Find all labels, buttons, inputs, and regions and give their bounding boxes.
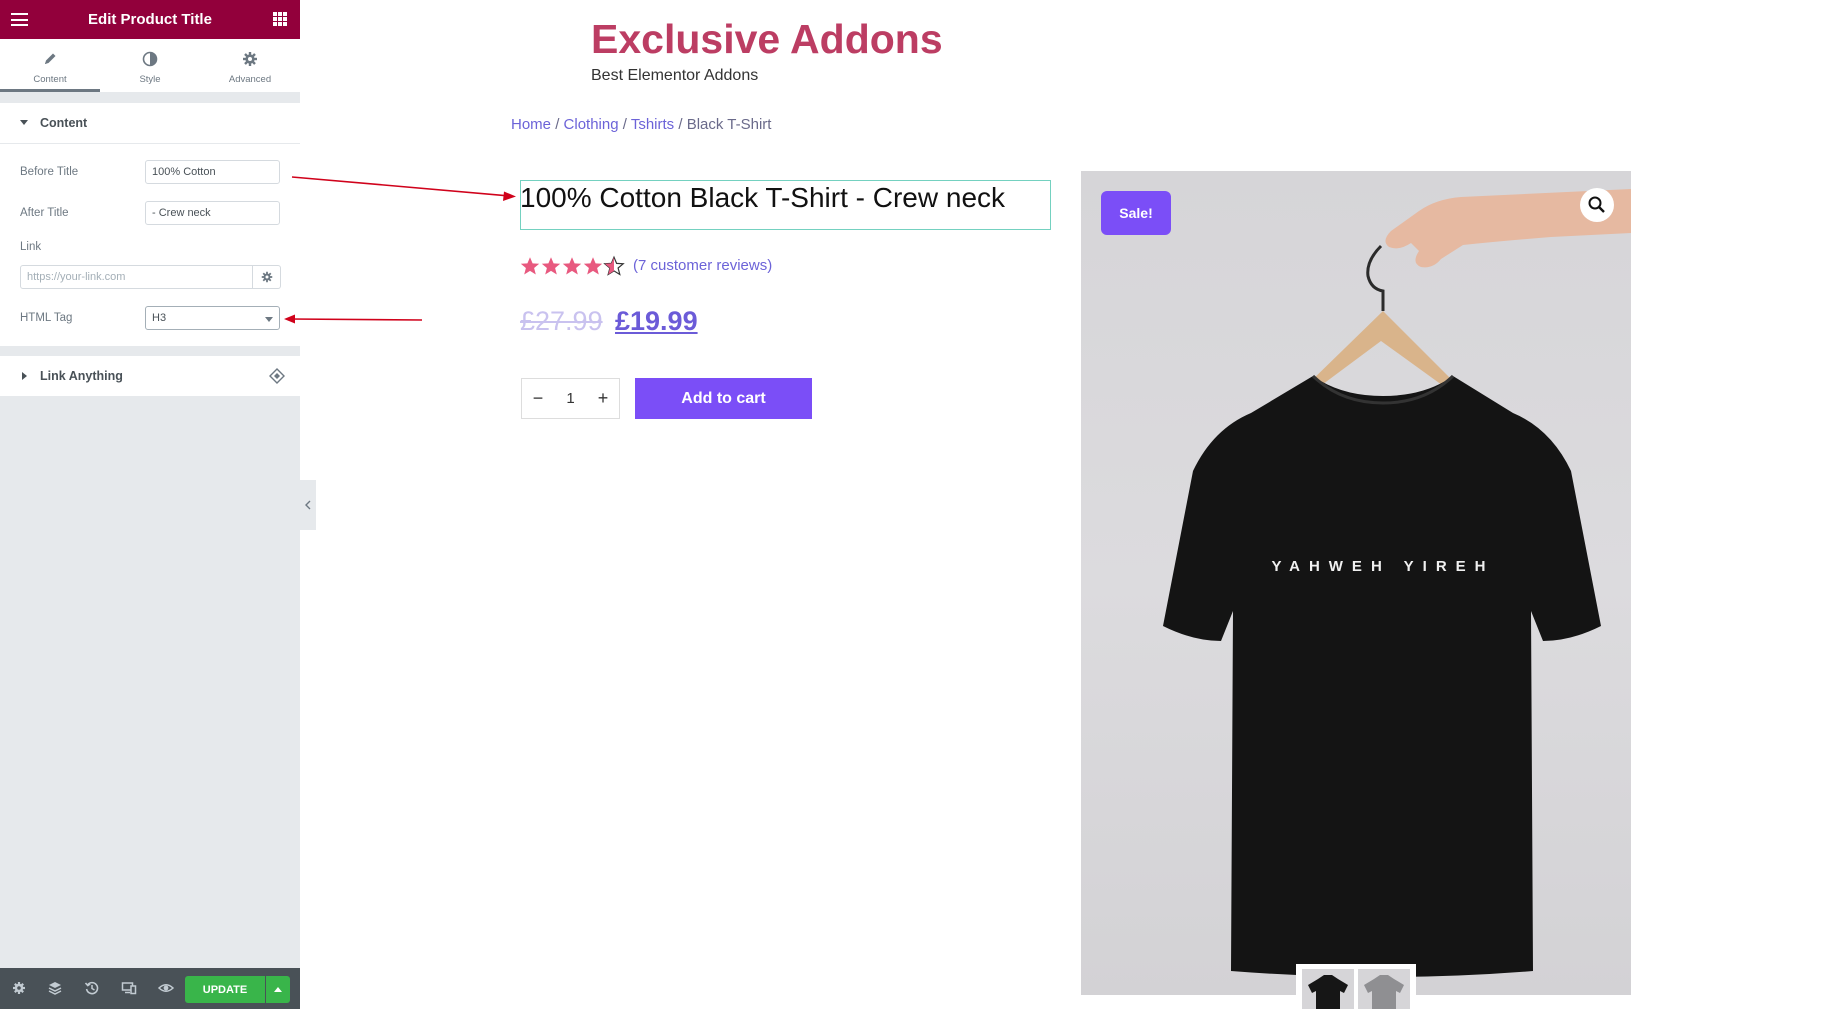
chevron-left-icon [305,500,311,510]
widgets-grid-icon[interactable] [273,12,287,26]
caret-up-icon [274,987,282,992]
price-sale: £19.99 [615,306,698,336]
content-section: Content Before Title After Title Link HT… [0,103,300,346]
price-original: £27.99 [520,306,603,336]
panel-collapse-handle[interactable] [300,480,316,530]
breadcrumb: Home / Clothing / Tshirts / Black T-Shir… [511,116,771,133]
content-section-label: Content [40,116,88,130]
quantity-input[interactable] [554,379,587,418]
link-url-input[interactable] [20,265,253,289]
settings-gear-icon[interactable] [11,980,27,996]
arrow-to-title [291,176,511,197]
arrow-to-html-tag [289,318,423,321]
update-button[interactable]: UPDATE [185,976,265,1003]
customer-reviews-link[interactable]: (7 customer reviews) [633,257,772,274]
link-anything-header[interactable]: Link Anything [0,356,300,396]
gear-icon [243,52,257,66]
content-section-header[interactable]: Content [0,103,300,143]
panel-footer: UPDATE [0,968,300,1009]
sale-badge: Sale! [1101,191,1171,235]
caret-right-icon [22,372,27,380]
add-to-cart-button[interactable]: Add to cart [635,378,812,419]
tab-content[interactable]: Content [0,39,100,92]
preview-eye-icon[interactable] [158,980,174,996]
hanger [1305,311,1459,393]
pencil-icon [45,53,56,64]
breadcrumb-separator: / [622,116,627,133]
gallery-thumb-grey[interactable] [1358,969,1410,1009]
quantity-decrease-button[interactable]: − [522,379,554,418]
site-tagline: Best Elementor Addons [591,67,759,84]
search-icon [1588,196,1605,213]
arrowhead [503,191,516,201]
site-title[interactable]: Exclusive Addons [591,16,943,63]
save-options-toggle[interactable] [266,976,290,1003]
quantity-increase-button[interactable]: + [587,379,619,418]
responsive-mode-icon[interactable] [121,980,137,996]
panel-header: Edit Product Title [0,0,300,39]
html-tag-select[interactable]: H3 [145,306,280,330]
star-icon [583,257,603,275]
star-icon [541,257,561,275]
product-title[interactable]: 100% Cotton Black T-Shirt - Crew neck [520,182,1005,214]
tshirt-thumb-image [1308,975,1348,1009]
breadcrumb-current: Black T-Shirt [686,116,772,133]
tab-style-label: Style [139,74,161,85]
product-gallery-thumbnails [1296,964,1416,1009]
tab-advanced[interactable]: Advanced [200,39,300,92]
before-title-label: Before Title [20,166,79,178]
html-tag-value: H3 [152,312,167,324]
annotation-arrows [284,176,516,324]
caret-down-icon [20,120,28,125]
tab-content-label: Content [33,74,67,85]
gallery-thumb-black[interactable] [1302,969,1354,1009]
half-star-icon [604,256,624,276]
tshirt-thumb-image [1364,975,1404,1009]
tshirt-print: YAHWEH YIREH [1271,558,1494,575]
divider [0,143,300,144]
link-label: Link [20,241,42,253]
star-rating [520,256,624,276]
breadcrumb-clothing[interactable]: Clothing [564,116,619,133]
star-icon [520,257,540,275]
layers-icon[interactable] [47,980,63,996]
gear-icon [261,271,273,283]
chevron-down-icon [265,317,273,322]
panel-title: Edit Product Title [88,11,212,28]
link-anything-label: Link Anything [40,369,123,383]
image-zoom-button[interactable] [1580,188,1614,222]
half-circle-icon [142,51,158,67]
diamond-badge-icon [269,368,285,384]
breadcrumb-home[interactable]: Home [511,116,551,133]
breadcrumb-separator: / [678,116,683,133]
quantity-stepper: − + [521,378,620,419]
star-icon [562,257,582,275]
tshirt-photo: YAHWEH YIREH [1163,189,1631,977]
after-title-label: After Title [20,207,69,219]
arrowhead [284,314,295,324]
before-title-input[interactable] [145,160,280,184]
tab-style[interactable]: Style [100,39,200,92]
product-main-image[interactable]: YAHWEH YIREH [1081,171,1631,995]
link-anything-section: Link Anything [0,356,300,396]
breadcrumb-tshirts[interactable]: Tshirts [631,116,674,133]
tab-advanced-label: Advanced [228,74,272,85]
history-icon[interactable] [84,980,100,996]
dynamic-tags-button[interactable] [253,265,281,289]
html-tag-label: HTML Tag [20,312,73,324]
elementor-panel: Edit Product Title Content Style Advance… [0,0,300,1009]
tshirt-shape [1163,376,1601,977]
after-title-input[interactable] [145,201,280,225]
hanger-hook [1366,244,1385,311]
panel-tabs: Content Style Advanced [0,39,300,93]
breadcrumb-separator: / [555,116,560,133]
